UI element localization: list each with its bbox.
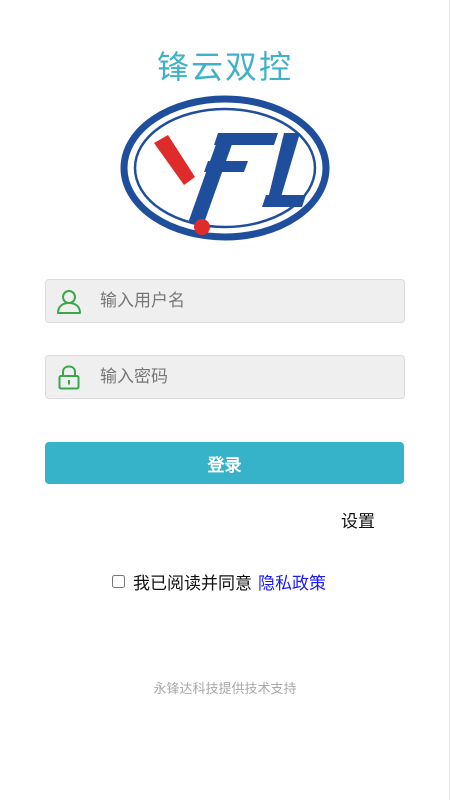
privacy-policy-link[interactable]: 隐私政策 [258, 569, 326, 594]
login-button[interactable]: 登录 [45, 442, 404, 484]
password-field[interactable] [45, 355, 405, 399]
privacy-agreement: 我已阅读并同意 隐私政策 [112, 569, 326, 594]
username-input[interactable] [100, 280, 390, 322]
agreement-text: 我已阅读并同意 [133, 573, 252, 594]
app-logo [120, 95, 330, 241]
lock-icon [58, 365, 80, 390]
user-icon [57, 290, 81, 314]
support-footer: 永锋达科技提供技术支持 [153, 682, 297, 697]
settings-link[interactable]: 设置 [341, 507, 375, 532]
agree-checkbox[interactable] [112, 574, 125, 588]
app-title: 锋云双控 [156, 48, 293, 86]
password-input[interactable] [100, 356, 390, 398]
username-field[interactable] [45, 279, 405, 323]
